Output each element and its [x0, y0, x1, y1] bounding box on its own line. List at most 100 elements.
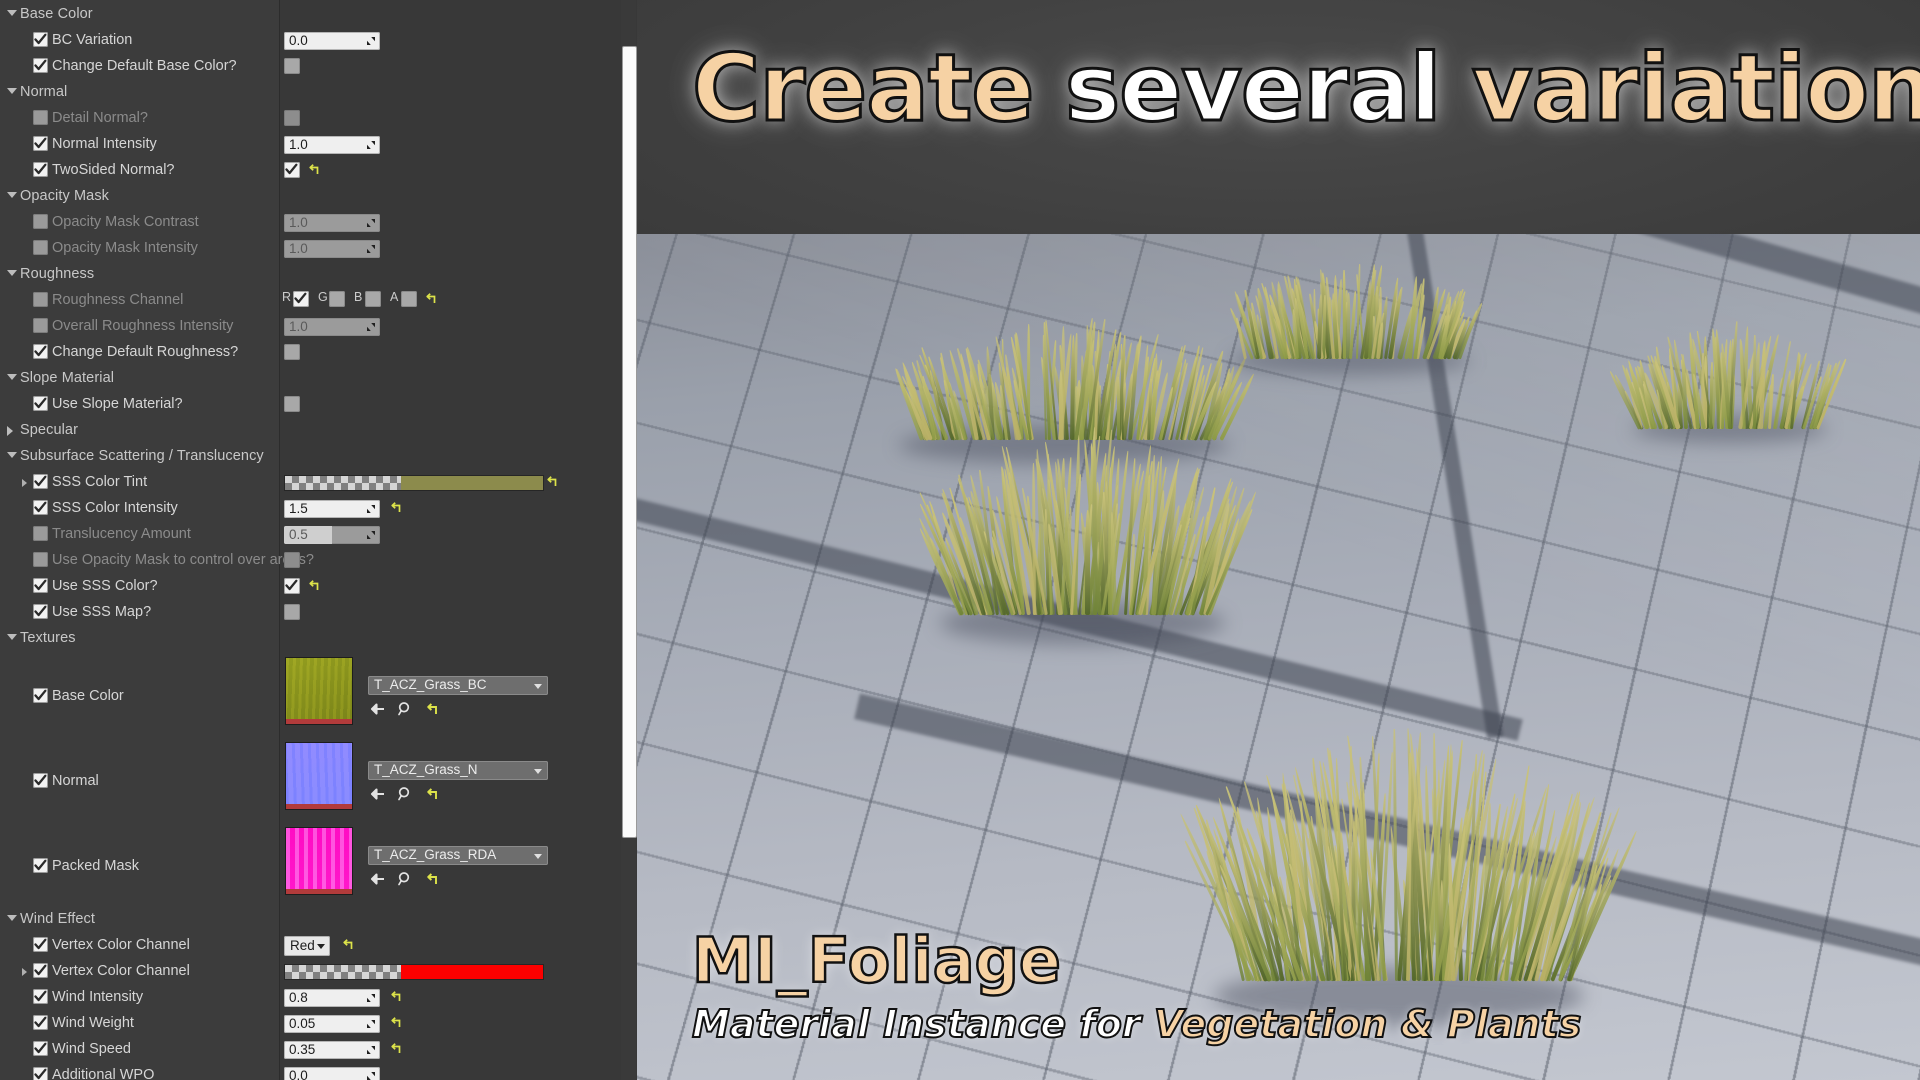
channel-checkbox-g[interactable]: [329, 291, 345, 307]
chevron-down-icon[interactable]: [7, 192, 17, 198]
value-field-normal-intensity[interactable]: 1.0: [284, 136, 380, 154]
details-panel-scrollbar-track[interactable]: [621, 0, 636, 1080]
use-selected-asset-icon[interactable]: [397, 871, 413, 887]
value-checkbox-change-default-roughness[interactable]: [284, 344, 300, 360]
asset-picker-t-acz-grass-n[interactable]: T_ACZ_Grass_N: [368, 761, 548, 780]
reset-to-default-icon-sss-color-intensity[interactable]: [390, 501, 402, 514]
override-checkbox-sss-color-tint[interactable]: [33, 474, 48, 489]
override-checkbox-base-color[interactable]: [33, 688, 48, 703]
use-selected-asset-icon[interactable]: [397, 786, 413, 802]
value-field-opacity-mask-intensity[interactable]: 1.0: [284, 240, 380, 258]
reset-to-default-icon[interactable]: [424, 871, 440, 887]
level-viewport[interactable]: Create several variations... MI_Foliage …: [637, 0, 1920, 1080]
value-field-wind-intensity[interactable]: 0.8: [284, 989, 380, 1007]
override-checkbox-change-default-base-color[interactable]: [33, 58, 48, 73]
override-checkbox-use-slope-material[interactable]: [33, 396, 48, 411]
section-header-subsurface-scattering-translucency[interactable]: Subsurface Scattering / Translucency: [0, 444, 637, 470]
value-checkbox-detail-normal[interactable]: [284, 110, 300, 126]
section-header-slope-material[interactable]: Slope Material: [0, 366, 637, 392]
override-checkbox-additional-wpo[interactable]: [33, 1067, 48, 1080]
override-checkbox-bc-variation[interactable]: [33, 32, 48, 47]
section-header-specular[interactable]: Specular: [0, 418, 637, 444]
channel-checkbox-b[interactable]: [365, 291, 381, 307]
value-field-overall-roughness-intensity[interactable]: 1.0: [284, 318, 380, 336]
value-checkbox-use-sss-map[interactable]: [284, 604, 300, 620]
browse-to-asset-icon[interactable]: [370, 871, 386, 887]
value-field-sss-color-intensity[interactable]: 1.5: [284, 500, 380, 518]
chevron-down-icon[interactable]: [7, 270, 17, 276]
reset-to-default-icon-wind-weight[interactable]: [390, 1016, 402, 1029]
override-checkbox-use-sss-color[interactable]: [33, 578, 48, 593]
texture-thumbnail-t-acz-grass-n[interactable]: [285, 742, 353, 810]
chevron-right-icon[interactable]: [22, 968, 27, 976]
section-header-normal[interactable]: Normal: [0, 80, 637, 106]
asset-picker-t-acz-grass-rda[interactable]: T_ACZ_Grass_RDA: [368, 846, 548, 865]
override-checkbox-overall-roughness-intensity[interactable]: [33, 318, 48, 333]
override-checkbox-wind-intensity[interactable]: [33, 989, 48, 1004]
value-field-opacity-mask-contrast[interactable]: 1.0: [284, 214, 380, 232]
section-header-opacity-mask[interactable]: Opacity Mask: [0, 184, 637, 210]
texture-thumbnail-t-acz-grass-rda[interactable]: [285, 827, 353, 895]
asset-picker-t-acz-grass-bc[interactable]: T_ACZ_Grass_BC: [368, 676, 548, 695]
value-field-wind-weight[interactable]: 0.05: [284, 1015, 380, 1033]
chevron-right-icon[interactable]: [22, 479, 27, 487]
enum-dropdown-vertex-color-channel[interactable]: Red: [284, 936, 330, 956]
reset-to-default-icon-wind-speed[interactable]: [390, 1042, 402, 1055]
color-swatch-sss-color-tint[interactable]: [284, 475, 544, 491]
section-header-roughness[interactable]: Roughness: [0, 262, 637, 288]
value-checkbox-twosided-normal[interactable]: [284, 162, 300, 178]
value-checkbox-change-default-base-color[interactable]: [284, 58, 300, 74]
reset-to-default-icon-roughness-channel[interactable]: [425, 292, 437, 305]
override-checkbox-wind-speed[interactable]: [33, 1041, 48, 1056]
value-field-bc-variation[interactable]: 0.0: [284, 32, 380, 50]
override-checkbox-packed-mask[interactable]: [33, 858, 48, 873]
chevron-down-icon[interactable]: [7, 374, 17, 380]
override-checkbox-opacity-mask-contrast[interactable]: [33, 214, 48, 229]
color-swatch-vertex-color-channel[interactable]: [284, 964, 544, 980]
override-checkbox-use-sss-map[interactable]: [33, 604, 48, 619]
reset-to-default-icon[interactable]: [424, 701, 440, 717]
reset-to-default-icon-sss-color-tint[interactable]: [546, 475, 558, 488]
override-checkbox-twosided-normal[interactable]: [33, 162, 48, 177]
override-checkbox-change-default-roughness[interactable]: [33, 344, 48, 359]
chevron-down-icon[interactable]: [7, 915, 17, 921]
override-checkbox-opacity-mask-intensity[interactable]: [33, 240, 48, 255]
reset-to-default-icon-use-sss-color[interactable]: [308, 579, 320, 592]
reset-to-default-icon[interactable]: [424, 786, 440, 802]
value-field-wind-speed[interactable]: 0.35: [284, 1041, 380, 1059]
chevron-down-icon[interactable]: [7, 452, 17, 458]
override-checkbox-normal[interactable]: [33, 773, 48, 788]
chevron-down-icon[interactable]: [7, 634, 17, 640]
browse-to-asset-icon[interactable]: [370, 701, 386, 717]
reset-to-default-icon-wind-intensity[interactable]: [390, 990, 402, 1003]
value-checkbox-use-slope-material[interactable]: [284, 396, 300, 412]
section-header-textures[interactable]: Textures: [0, 626, 637, 652]
value-field-translucency-amount[interactable]: 0.5: [284, 526, 380, 544]
override-checkbox-vertex-color-channel[interactable]: [33, 963, 48, 978]
channel-checkbox-a[interactable]: [401, 291, 417, 307]
value-text: 0.0: [289, 1068, 308, 1080]
chevron-right-icon[interactable]: [7, 426, 13, 436]
value-checkbox-use-opacity-mask-to-control-over-areas[interactable]: [284, 552, 300, 568]
section-header-base-color[interactable]: Base Color: [0, 2, 637, 28]
reset-to-default-icon-vertex-color-channel[interactable]: [342, 938, 354, 951]
value-checkbox-use-sss-color[interactable]: [284, 578, 300, 594]
chevron-down-icon[interactable]: [7, 88, 17, 94]
details-panel-scrollbar-thumb[interactable]: [622, 46, 637, 838]
value-field-additional-wpo[interactable]: 0.0: [284, 1067, 380, 1080]
override-checkbox-normal-intensity[interactable]: [33, 136, 48, 151]
override-checkbox-detail-normal[interactable]: [33, 110, 48, 125]
override-checkbox-wind-weight[interactable]: [33, 1015, 48, 1030]
browse-to-asset-icon[interactable]: [370, 786, 386, 802]
override-checkbox-sss-color-intensity[interactable]: [33, 500, 48, 515]
override-checkbox-use-opacity-mask-to-control-over-areas[interactable]: [33, 552, 48, 567]
texture-thumbnail-t-acz-grass-bc[interactable]: [285, 657, 353, 725]
override-checkbox-translucency-amount[interactable]: [33, 526, 48, 541]
override-checkbox-vertex-color-channel[interactable]: [33, 937, 48, 952]
channel-checkbox-r[interactable]: [293, 291, 309, 307]
chevron-down-icon[interactable]: [7, 10, 17, 16]
section-header-wind-effect[interactable]: Wind Effect: [0, 907, 637, 933]
override-checkbox-roughness-channel[interactable]: [33, 292, 48, 307]
use-selected-asset-icon[interactable]: [397, 701, 413, 717]
reset-to-default-icon-twosided-normal[interactable]: [308, 163, 320, 176]
